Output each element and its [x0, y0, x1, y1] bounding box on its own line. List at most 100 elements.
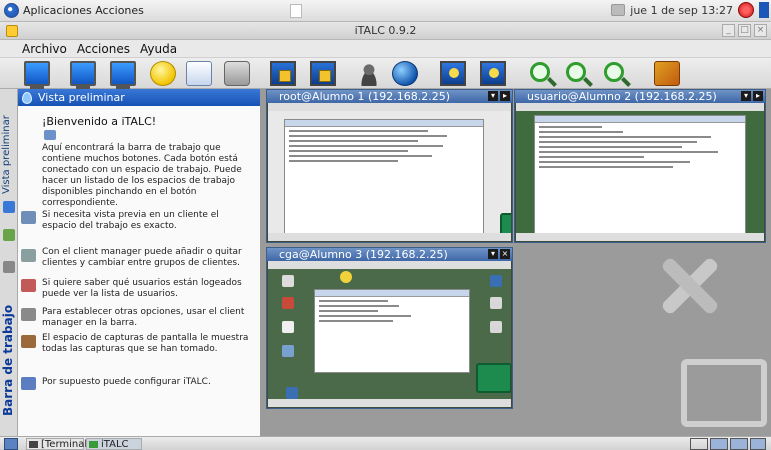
client-window-title[interactable]: usuario@Alumno 2 (192.168.2.25) [515, 90, 765, 103]
client-manager-icon [21, 249, 36, 262]
text-line [289, 135, 448, 137]
tools-icon[interactable] [654, 61, 680, 86]
taskbar-item-italc[interactable]: iTALC 0.9.2 [86, 438, 142, 450]
window-titlebar: iTALC 0.9.2 _ □ × [0, 22, 771, 40]
power-on-icon[interactable] [392, 61, 418, 86]
logon-user-icon[interactable] [356, 61, 382, 86]
text-line [289, 145, 444, 147]
client-window-alumno-2[interactable]: usuario@Alumno 2 (192.168.2.25) ▾ ▸ [514, 89, 766, 243]
client-window-alumno-1[interactable]: root@Alumno 1 (192.168.2.25) ▾ ▸ [266, 89, 513, 243]
snapshots-icon [21, 335, 36, 348]
client-expand-icon[interactable]: ▸ [500, 91, 510, 101]
text-line [539, 141, 697, 143]
monitor-watermark-icon [681, 359, 767, 427]
send-message-icon[interactable] [186, 61, 212, 86]
system-panel: Aplicaciones Acciones jue 1 de sep 13:27 [0, 0, 771, 22]
minimize-icon[interactable]: _ [722, 24, 735, 37]
text-line [319, 300, 389, 302]
tab-vista-preliminar[interactable]: Vista preliminar [1, 94, 12, 194]
power-down-icon[interactable] [480, 61, 506, 86]
smiley-icon[interactable] [150, 61, 176, 86]
text-line [319, 320, 393, 322]
workspace-3[interactable] [730, 438, 748, 450]
client-screen[interactable] [516, 103, 764, 241]
settings-paragraph: Para establecer otras opciones, usar el … [42, 307, 245, 328]
fullscreen-demo-icon[interactable] [70, 61, 96, 89]
volume-icon[interactable] [611, 4, 626, 16]
zoom-icon[interactable] [530, 62, 550, 82]
workspace-4[interactable] [750, 438, 766, 450]
client-menu-icon[interactable]: ▾ [741, 91, 751, 101]
lock-all-icon[interactable] [310, 61, 336, 86]
text-line [289, 150, 408, 152]
remote-taskbar [268, 399, 511, 407]
workspace-1[interactable] [690, 438, 708, 450]
client-menu-icon[interactable]: ▾ [488, 249, 498, 259]
client-close-icon[interactable]: × [500, 249, 510, 259]
lock-screen-icon[interactable] [270, 61, 296, 86]
menu-ayuda[interactable]: Ayuda [140, 42, 177, 56]
clock[interactable]: jue 1 de sep 13:27 [630, 4, 733, 17]
overview-mode-icon[interactable] [24, 61, 50, 89]
preview-panel: Vista preliminar ¡Bienvenido a iTALC! Aq… [18, 89, 261, 436]
text-line [319, 315, 412, 317]
preview-paragraph: Si necesita vista previa en un cliente e… [42, 210, 219, 231]
remote-panel [268, 261, 511, 269]
ubuntu-logo-icon [4, 3, 19, 18]
desktop-icon [286, 387, 298, 399]
client-expand-icon[interactable]: ▸ [753, 91, 763, 101]
window-demo-icon[interactable] [110, 61, 136, 89]
client-screen[interactable] [268, 261, 511, 407]
text-line [289, 160, 398, 162]
menu-acciones[interactable]: Acciones [77, 42, 130, 56]
clients-tab-icon[interactable] [3, 229, 15, 241]
info-icon [22, 91, 32, 104]
preview-title: Vista preliminar [38, 91, 125, 104]
text-line [539, 131, 623, 133]
desktop-icon [282, 275, 294, 287]
terminal-title-bar [285, 120, 483, 127]
reboot-icon[interactable] [440, 61, 466, 86]
text-line [319, 305, 400, 307]
zoom-out-icon[interactable] [604, 62, 624, 82]
text-line [539, 161, 691, 163]
tab-barra-de-trabajo[interactable]: Barra de trabajo [1, 294, 15, 416]
overview-tab-icon[interactable] [3, 201, 15, 213]
tools-watermark-icon [653, 251, 729, 319]
welcome-heading: ¡Bienvenido a iTALC! [42, 115, 157, 128]
panel-launcher[interactable] [290, 4, 302, 18]
snapshots-paragraph: El espacio de capturas de pantalla le mu… [42, 333, 249, 354]
applications-menu-label[interactable]: Aplicaciones Acciones [23, 4, 144, 17]
close-icon[interactable]: × [754, 24, 767, 37]
window-controls: _ □ × [722, 24, 767, 37]
remote-panel [516, 103, 764, 111]
client-window-alumno-3[interactable]: cga@Alumno 3 (192.168.2.25) ▾ × [266, 247, 513, 409]
panel-tray: jue 1 de sep 13:27 [611, 2, 769, 18]
remote-panel [268, 103, 511, 111]
taskbar-item-terminal[interactable]: [Terminal [26, 438, 87, 450]
client-window-title[interactable]: cga@Alumno 3 (192.168.2.25) [267, 248, 512, 261]
settings-icon [21, 308, 36, 321]
users-tab-icon[interactable] [3, 261, 15, 273]
desktop-icon [282, 345, 294, 357]
green-logo-icon [476, 363, 511, 393]
user-indicator-icon[interactable] [759, 2, 769, 18]
bottom-taskbar: [Terminal iTALC 0.9.2 [0, 436, 771, 450]
applications-menu[interactable]: Aplicaciones Acciones [4, 3, 144, 18]
client-window-title[interactable]: root@Alumno 1 (192.168.2.25) [267, 90, 512, 103]
terminal-title-bar [535, 116, 745, 123]
plugin-icon[interactable] [224, 61, 250, 86]
zoom-in-icon[interactable] [566, 62, 586, 82]
users-icon [21, 279, 36, 292]
client-screen[interactable] [268, 103, 511, 241]
power-icon[interactable] [738, 2, 754, 18]
remote-taskbar [516, 233, 764, 241]
workspace-2[interactable] [710, 438, 728, 450]
text-line [539, 136, 712, 138]
maximize-icon[interactable]: □ [738, 24, 751, 37]
client-menu-icon[interactable]: ▾ [488, 91, 498, 101]
text-line [289, 140, 418, 142]
users-paragraph: Si quiere saber qué usuarios están logea… [42, 278, 242, 299]
menu-archivo[interactable]: Archivo [22, 42, 67, 56]
show-desktop-icon[interactable] [4, 438, 18, 450]
